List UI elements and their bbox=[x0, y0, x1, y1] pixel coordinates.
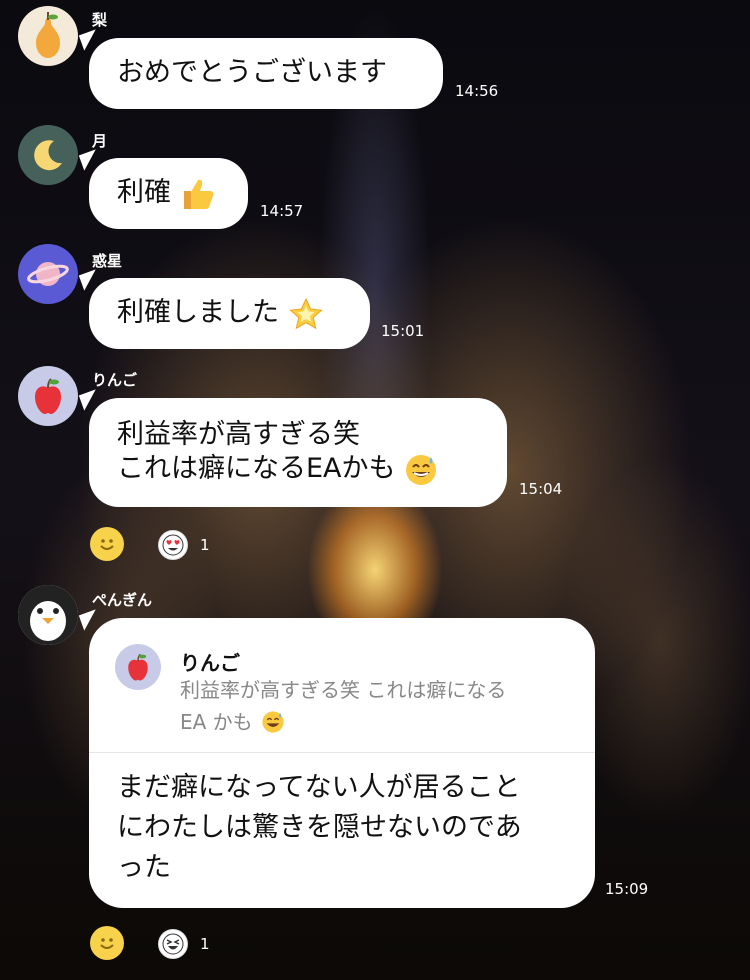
smile-face-icon bbox=[100, 539, 114, 550]
sender-name: りんご bbox=[92, 371, 138, 389]
reply-message-bubble[interactable]: りんご 利益率が高すぎる笑 これは癖になる EA かも まだ癖になってない人が居… bbox=[89, 618, 595, 908]
message-line: 利益率が高すぎる笑 bbox=[117, 419, 360, 450]
message-bubble[interactable]: おめでとうございます bbox=[89, 38, 443, 109]
message-line: った bbox=[117, 852, 171, 883]
avatar-penguin[interactable] bbox=[18, 585, 78, 645]
message-text: 利確しました bbox=[117, 297, 279, 328]
apple-icon bbox=[35, 378, 61, 414]
reply-body: まだ癖になってない人が居ること にわたしは驚きを隠せないのであ った bbox=[117, 768, 575, 888]
reaction-heart-eyes[interactable] bbox=[158, 530, 188, 560]
sweat-smile-icon bbox=[262, 710, 284, 733]
quoted-text-line: EA かも bbox=[180, 710, 253, 734]
planet-icon bbox=[27, 262, 69, 286]
message-bubble[interactable]: 利益率が高すぎる笑 これは癖になるEAかも bbox=[89, 398, 507, 507]
message-bubble[interactable]: 利確しました bbox=[89, 278, 370, 349]
timestamp: 14:57 bbox=[260, 202, 304, 220]
sender-name: 梨 bbox=[92, 11, 108, 29]
message-line: まだ癖になってない人が居ること bbox=[117, 772, 521, 803]
pear-icon bbox=[36, 12, 60, 58]
sender-name: 月 bbox=[92, 132, 108, 150]
apple-icon bbox=[128, 653, 148, 681]
message-line: これは癖になるEAかも bbox=[117, 453, 396, 484]
reaction-count: 1 bbox=[200, 935, 210, 953]
laughing-face-icon bbox=[162, 933, 184, 955]
avatar-pear[interactable] bbox=[18, 6, 78, 66]
quoted-avatar bbox=[115, 644, 161, 690]
timestamp: 15:04 bbox=[519, 480, 563, 498]
message-text: 利確 bbox=[117, 177, 171, 208]
message-bubble[interactable]: 利確 bbox=[89, 158, 248, 229]
timestamp: 15:09 bbox=[605, 880, 649, 898]
avatar-planet[interactable] bbox=[18, 244, 78, 304]
quoted-sender: りんご bbox=[180, 651, 240, 675]
add-reaction-button[interactable] bbox=[90, 527, 124, 561]
sender-name: ぺんぎん bbox=[92, 591, 153, 609]
add-reaction-button[interactable] bbox=[90, 926, 124, 960]
timestamp: 15:01 bbox=[381, 322, 425, 340]
message-text: おめでとうございます bbox=[117, 57, 387, 88]
quoted-text-line: 利益率が高すぎる笑 これは癖になる bbox=[180, 678, 507, 702]
heart-eyes-icon bbox=[162, 534, 184, 556]
smile-face-icon bbox=[100, 938, 114, 949]
message-line: にわたしは驚きを隠せないのであ bbox=[117, 812, 522, 843]
reaction-count: 1 bbox=[200, 536, 210, 554]
reaction-laughing[interactable] bbox=[158, 929, 188, 959]
crescent-moon-icon bbox=[34, 140, 62, 171]
sweat-smile-icon bbox=[406, 454, 437, 485]
timestamp: 14:56 bbox=[455, 82, 499, 100]
glowing-star-icon bbox=[288, 297, 323, 329]
quoted-message[interactable]: りんご 利益率が高すぎる笑 これは癖になる EA かも bbox=[89, 618, 595, 753]
sender-name: 惑星 bbox=[92, 252, 123, 270]
avatar-moon[interactable] bbox=[18, 125, 78, 185]
penguin-icon bbox=[18, 585, 78, 645]
thumbs-up-icon bbox=[183, 179, 213, 209]
avatar-apple[interactable] bbox=[18, 366, 78, 426]
